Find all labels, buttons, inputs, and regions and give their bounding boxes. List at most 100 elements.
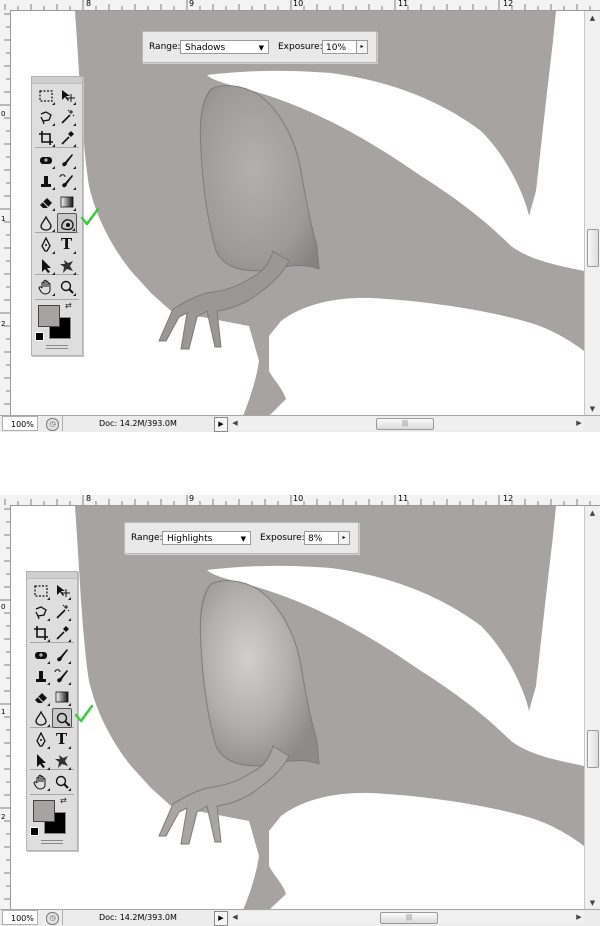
history-brush-tool[interactable] (57, 171, 77, 191)
creature-body (75, 11, 584, 416)
tools-panel: T ⇄ (31, 76, 83, 356)
scroll-right-icon[interactable]: ▶ (574, 417, 584, 430)
ruler-label: 2 (1, 320, 6, 328)
marquee-tool[interactable] (31, 581, 51, 601)
status-menu-arrow-icon[interactable]: ▶ (214, 911, 228, 926)
scroll-left-icon[interactable]: ◀ (230, 911, 240, 924)
ruler-label: 10 (293, 0, 304, 8)
quick-mask-button[interactable] (41, 840, 63, 844)
ruler-label: 8 (86, 495, 92, 503)
horizontal-scroll-thumb[interactable]: ||| (376, 418, 434, 430)
exposure-slider-button[interactable]: ▸ (356, 40, 368, 54)
exposure-input[interactable]: 10% (322, 40, 358, 54)
ruler-label: 1 (1, 215, 6, 223)
scroll-up-icon[interactable]: ▲ (585, 506, 600, 520)
tool-group-divider (30, 794, 74, 795)
ruler-label: 11 (398, 0, 409, 8)
type-icon: T (56, 730, 68, 748)
status-bar: 100% ◷ Doc: 14.2M/393.0M ▶ ◀ ||| ▶ (0, 415, 600, 432)
scroll-right-icon[interactable]: ▶ (574, 911, 584, 924)
move-tool[interactable] (57, 86, 77, 106)
gradient-tool[interactable] (52, 687, 72, 707)
range-label: Range: (131, 533, 163, 543)
type-tool[interactable]: T (52, 730, 72, 750)
vertical-scroll-thumb[interactable] (587, 229, 599, 267)
eraser-tool[interactable] (36, 192, 56, 212)
hand-tool[interactable] (31, 772, 51, 792)
horizontal-scroll-thumb[interactable]: ||| (380, 912, 438, 924)
status-menu-arrow-icon[interactable]: ▶ (214, 417, 228, 432)
foreground-color-swatch[interactable] (38, 305, 60, 327)
swap-colors-icon[interactable]: ⇄ (65, 301, 72, 310)
range-select[interactable]: Shadows ▼ (180, 40, 269, 54)
range-value: Shadows (185, 43, 226, 53)
status-bar: 100% ◷ Doc: 14.2M/393.0M ▶ ◀ ||| ▶ (0, 909, 600, 926)
zoom-tool[interactable] (57, 277, 77, 297)
crop-tool[interactable] (36, 128, 56, 148)
magic-wand-tool[interactable] (57, 107, 77, 127)
exposure-slider-button[interactable]: ▸ (338, 531, 350, 545)
path-selection-tool[interactable] (36, 256, 56, 276)
lasso-tool[interactable] (36, 107, 56, 127)
healing-brush-tool[interactable] (36, 150, 56, 170)
quick-mask-button[interactable] (46, 345, 68, 349)
shape-tool[interactable] (57, 256, 77, 276)
horizontal-scrollbar[interactable]: ◀ ||| ▶ (230, 911, 584, 924)
scroll-left-icon[interactable]: ◀ (230, 417, 240, 430)
chevron-down-icon: ▼ (240, 535, 246, 543)
gradient-tool[interactable] (57, 192, 77, 212)
shape-tool[interactable] (52, 751, 72, 771)
exposure-input[interactable]: 8% (304, 531, 340, 545)
default-colors-icon[interactable] (30, 827, 39, 836)
move-tool[interactable] (52, 581, 72, 601)
marquee-tool[interactable] (36, 86, 56, 106)
clone-stamp-tool[interactable] (31, 666, 51, 686)
zoom-tool[interactable] (52, 772, 72, 792)
default-colors-icon[interactable] (35, 332, 44, 341)
blur-tool[interactable] (36, 213, 56, 233)
magic-wand-tool[interactable] (52, 602, 72, 622)
eraser-tool[interactable] (31, 687, 51, 707)
ruler-label: 12 (503, 0, 514, 8)
vertical-ruler: 0 1 2 (0, 10, 11, 416)
history-brush-tool[interactable] (52, 666, 72, 686)
document-info-icon[interactable]: ◷ (46, 912, 59, 925)
dodge-burn-tool[interactable] (52, 708, 72, 728)
eyedropper-tool[interactable] (52, 623, 72, 643)
dodge-burn-tool[interactable] (57, 213, 77, 233)
type-tool[interactable]: T (57, 235, 77, 255)
brush-tool[interactable] (57, 150, 77, 170)
tools-panel-grip[interactable] (32, 77, 82, 84)
horizontal-scrollbar[interactable]: ◀ ||| ▶ (230, 417, 584, 430)
zoom-level-field[interactable]: 100% (2, 910, 38, 925)
vertical-scrollbar[interactable]: ▲ ▼ (584, 11, 600, 416)
path-selection-tool[interactable] (31, 751, 51, 771)
vertical-scroll-thumb[interactable] (587, 730, 599, 768)
dodge-burn-options-bar: Range: Shadows ▼ Exposure: 10% ▸ (142, 31, 377, 63)
lasso-tool[interactable] (31, 602, 51, 622)
foreground-color-swatch[interactable] (33, 800, 55, 822)
tools-panel-grip[interactable] (27, 572, 77, 579)
eyedropper-tool[interactable] (57, 128, 77, 148)
check-mark-icon (80, 207, 100, 226)
scroll-up-icon[interactable]: ▲ (585, 11, 600, 25)
hand-tool[interactable] (36, 277, 56, 297)
pen-tool[interactable] (36, 235, 56, 255)
document-canvas[interactable] (11, 506, 584, 910)
document-info-icon[interactable]: ◷ (46, 418, 59, 431)
brush-tool[interactable] (52, 645, 72, 665)
ruler-label: 0 (1, 110, 6, 118)
range-select[interactable]: Highlights ▼ (162, 531, 251, 545)
scroll-down-icon[interactable]: ▼ (585, 896, 600, 910)
vertical-scrollbar[interactable]: ▲ ▼ (584, 506, 600, 910)
zoom-level-field[interactable]: 100% (2, 416, 38, 431)
healing-brush-tool[interactable] (31, 645, 51, 665)
swap-colors-icon[interactable]: ⇄ (60, 796, 67, 805)
editor-pane-burn: 8 9 10 11 12 0 1 2 Range: Shadows ▼ Expo… (0, 0, 600, 432)
crop-tool[interactable] (31, 623, 51, 643)
blur-tool[interactable] (31, 708, 51, 728)
pen-tool[interactable] (31, 730, 51, 750)
scroll-down-icon[interactable]: ▼ (585, 402, 600, 416)
clone-stamp-tool[interactable] (36, 171, 56, 191)
ruler-label: 12 (503, 495, 514, 503)
